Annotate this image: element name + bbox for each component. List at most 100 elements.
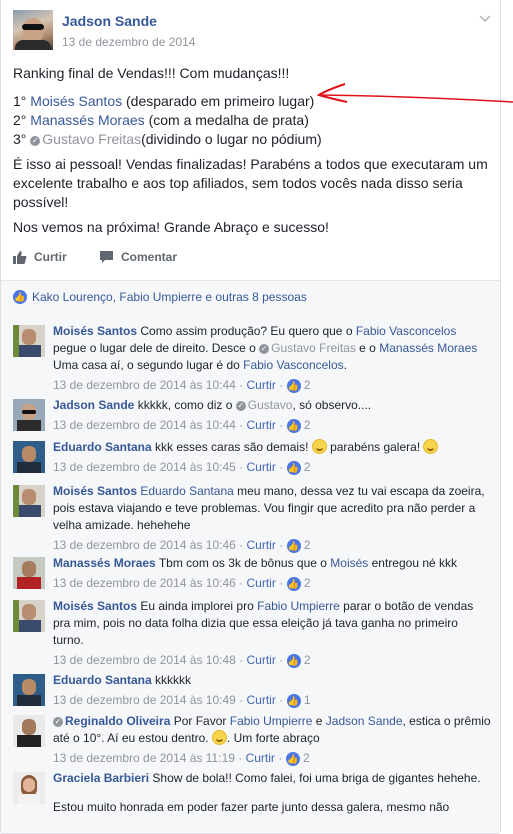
comment-like-count[interactable]: 2	[304, 460, 311, 474]
comment-like-button[interactable]: Curtir	[246, 418, 275, 432]
comment-date[interactable]: 13 de dezembro de 2014 às 10:44	[53, 418, 236, 432]
mention-link[interactable]: Moisés	[330, 556, 368, 570]
comment-text: Show de bola!! Como falei, foi uma briga…	[149, 771, 481, 785]
comment-button[interactable]: Comentar	[99, 250, 177, 264]
comment-text: Eu ainda implorei pro	[137, 599, 258, 613]
comment-meta: 13 de dezembro de 2014 às 10:46 · Curtir…	[53, 576, 311, 591]
commenter-name[interactable]: Manassés Moraes	[53, 556, 156, 570]
commenter-name[interactable]: Jadson Sande	[53, 398, 134, 412]
comment-icon	[100, 251, 113, 263]
comment-text: parabéns galera!	[326, 440, 424, 454]
comment-date[interactable]: 13 de dezembro de 2014 às 11:19	[53, 751, 235, 765]
comment-date[interactable]: 13 de dezembro de 2014 às 10:45	[53, 460, 236, 474]
post-header: Jadson Sande 13 de dezembro de 2014	[13, 10, 493, 52]
comment-date[interactable]: 13 de dezembro de 2014 às 10:49	[53, 693, 236, 707]
comment-text: kkk esses caras são demais!	[151, 440, 312, 454]
mention-link[interactable]: Gustavo Freitas	[271, 341, 356, 355]
commenter-avatar[interactable]	[13, 772, 45, 804]
comment-date[interactable]: 13 de dezembro de 2014 às 10:46	[53, 576, 236, 590]
mention-link[interactable]: Eduardo Santana	[140, 484, 233, 498]
commenter-avatar[interactable]	[13, 399, 45, 431]
commenter-name[interactable]: Eduardo Santana	[53, 440, 152, 454]
comment-text: Por Favor	[170, 714, 230, 728]
comment-like-count[interactable]: 2	[304, 418, 311, 432]
ranking-pos: 1°	[13, 93, 27, 109]
ranking-name-link[interactable]: Manassés Moraes	[30, 112, 144, 128]
reactions-summary[interactable]: Kako Lourenço, Fabio Umpierre e outras 8…	[32, 290, 307, 304]
commenter-name[interactable]: Moisés Santos	[53, 324, 137, 338]
ranking-pos: 2°	[13, 112, 27, 128]
comment-like-button[interactable]: Curtir	[246, 693, 275, 707]
thumbs-up-icon	[13, 251, 27, 264]
commenter-avatar[interactable]	[13, 600, 45, 632]
comment-text: kkkkk, como diz o	[134, 398, 236, 412]
comment-like-button[interactable]: Curtir	[246, 538, 275, 552]
comment-date[interactable]: 13 de dezembro de 2014 às 10:44	[53, 378, 236, 392]
comment-like-button[interactable]: Curtir	[246, 751, 275, 765]
verified-icon: ✓	[53, 717, 63, 727]
like-label: Curtir	[34, 250, 67, 264]
ranking-note: (com a medalha de prata)	[148, 112, 309, 128]
commenter-avatar[interactable]	[13, 485, 45, 517]
comment-date[interactable]: 13 de dezembro de 2014 às 10:48	[53, 653, 236, 667]
mention-link[interactable]: Gustavo	[248, 398, 293, 412]
comment-like-count[interactable]: 1	[304, 693, 311, 707]
commenter-name[interactable]: Eduardo Santana	[53, 673, 152, 687]
like-reaction-icon: 👍	[286, 418, 301, 433]
comment-label: Comentar	[121, 250, 178, 264]
mention-link[interactable]: Fabio Vasconcelos	[356, 324, 457, 338]
comment-text: , só observo....	[292, 398, 372, 412]
comment-like-count[interactable]: 2	[304, 653, 311, 667]
like-reaction-icon: 👍	[286, 538, 301, 553]
comment-like-count[interactable]: 2	[304, 378, 311, 392]
comment-like-count[interactable]: 2	[303, 751, 310, 765]
comment-text: Como assim produção? Eu quero que o	[137, 324, 356, 338]
comment-like-count[interactable]: 2	[304, 576, 311, 590]
smile-emoji-icon	[311, 439, 327, 454]
post-author[interactable]: Jadson Sande	[62, 13, 157, 29]
commenter-avatar[interactable]	[13, 557, 45, 589]
red-annotation-arrow	[317, 83, 513, 103]
chevron-down-icon[interactable]	[479, 12, 491, 26]
post-date[interactable]: 13 de dezembro de 2014	[62, 35, 195, 49]
comment-like-button[interactable]: Curtir	[246, 378, 275, 392]
commenter-name[interactable]: Reginaldo Oliveira	[65, 714, 170, 728]
like-reaction-icon: 👍	[286, 460, 301, 475]
commenter-avatar[interactable]	[13, 715, 45, 747]
verified-icon: ✓	[235, 401, 246, 411]
comment-date[interactable]: 13 de dezembro de 2014 às 10:46	[53, 538, 236, 552]
commenter-avatar[interactable]	[13, 325, 45, 357]
commenter-avatar[interactable]	[13, 441, 45, 473]
like-reaction-icon: 👍	[286, 378, 301, 393]
verified-icon: ✓	[259, 344, 270, 354]
commenter-avatar[interactable]	[13, 674, 45, 706]
mention-link[interactable]: Fabio Vasconcelos	[243, 358, 344, 372]
ranking-note: (dividindo o lugar no pódium)	[141, 131, 322, 147]
mention-link[interactable]: Manassés Moraes	[379, 341, 477, 355]
comment-like-count[interactable]: 2	[304, 538, 311, 552]
reactions-bar: 👍 Kako Lourenço, Fabio Umpierre e outras…	[1, 280, 500, 316]
comment-text: e o	[355, 341, 380, 355]
comment-text: pegue o lugar dele de direito. Desce o	[53, 341, 260, 355]
like-reaction-icon: 👍	[286, 576, 301, 591]
like-button[interactable]: Curtir	[13, 250, 67, 264]
mention-link[interactable]: Jadson Sande	[326, 714, 403, 728]
author-avatar[interactable]	[13, 10, 53, 50]
comment-meta: 13 de dezembro de 2014 às 10:46 · Curtir…	[53, 538, 311, 553]
post-paragraph: É isso ai pessoal! Vendas finalizadas! P…	[13, 156, 488, 210]
commenter-name[interactable]: Moisés Santos	[53, 484, 137, 498]
facebook-post: Jadson Sande 13 de dezembro de 2014 Rank…	[0, 0, 513, 834]
commenter-name[interactable]: Moisés Santos	[53, 599, 137, 613]
ranking-name-link[interactable]: Gustavo Freitas	[42, 131, 141, 147]
comment-like-button[interactable]: Curtir	[246, 460, 275, 474]
smile-emoji-icon	[423, 439, 439, 454]
mention-link[interactable]: Fabio Umpierre	[257, 599, 340, 613]
ranking-pos: 3°	[13, 131, 27, 147]
post-actions: Curtir Comentar	[13, 250, 489, 272]
commenter-name[interactable]: Graciela Barbieri	[53, 771, 149, 785]
comment-like-button[interactable]: Curtir	[246, 576, 275, 590]
ranking-name-link[interactable]: Moisés Santos	[30, 93, 122, 109]
comment-text: kkkkkk	[151, 673, 192, 687]
comment-like-button[interactable]: Curtir	[246, 653, 275, 667]
mention-link[interactable]: Fabio Umpierre	[230, 714, 313, 728]
